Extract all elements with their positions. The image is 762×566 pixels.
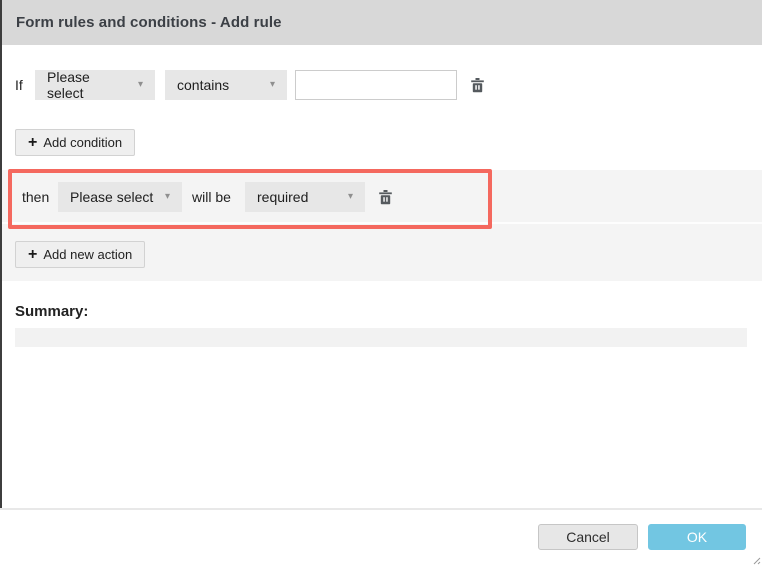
ok-button[interactable]: OK xyxy=(648,524,746,550)
condition-row: If Please select ▾ contains ▾ xyxy=(15,70,485,100)
dialog-left-border xyxy=(0,0,2,508)
cancel-button[interactable]: Cancel xyxy=(538,524,638,550)
action-field-select[interactable]: Please select ▾ xyxy=(58,182,182,212)
condition-operator-value: contains xyxy=(177,77,229,93)
add-condition-label: Add condition xyxy=(43,135,122,150)
action-type-select[interactable]: required ▾ xyxy=(245,182,365,212)
trash-icon xyxy=(378,189,393,205)
trash-icon xyxy=(470,77,485,93)
condition-field-value: Please select xyxy=(47,69,130,101)
plus-icon: + xyxy=(28,247,37,263)
if-label: If xyxy=(15,77,28,93)
chevron-down-icon: ▾ xyxy=(165,192,170,202)
add-condition-button[interactable]: + Add condition xyxy=(15,129,135,156)
chevron-down-icon: ▾ xyxy=(138,80,143,90)
chevron-down-icon: ▾ xyxy=(348,192,353,202)
dialog-title: Form rules and conditions - Add rule xyxy=(16,14,282,31)
resize-grip-icon[interactable] xyxy=(751,555,761,565)
chevron-down-icon: ▾ xyxy=(270,80,275,90)
action-field-value: Please select xyxy=(70,189,153,205)
add-new-action-button[interactable]: + Add new action xyxy=(15,241,145,268)
action-row: then Please select ▾ will be required ▾ xyxy=(22,182,393,212)
delete-action-button[interactable] xyxy=(378,189,393,205)
add-rule-dialog: Form rules and conditions - Add rule If … xyxy=(0,0,762,566)
action-type-value: required xyxy=(257,189,308,205)
delete-condition-button[interactable] xyxy=(470,77,485,93)
condition-operator-select[interactable]: contains ▾ xyxy=(165,70,287,100)
add-new-action-label: Add new action xyxy=(43,247,132,262)
will-be-label: will be xyxy=(192,189,236,205)
footer-divider xyxy=(0,508,762,510)
plus-icon: + xyxy=(28,135,37,151)
actions-divider xyxy=(0,222,762,224)
summary-value-field xyxy=(15,328,747,347)
condition-value-input[interactable] xyxy=(295,70,457,100)
then-label: then xyxy=(22,189,50,205)
condition-field-select[interactable]: Please select ▾ xyxy=(35,70,155,100)
summary-label: Summary: xyxy=(15,303,88,320)
dialog-header: Form rules and conditions - Add rule xyxy=(0,0,762,45)
